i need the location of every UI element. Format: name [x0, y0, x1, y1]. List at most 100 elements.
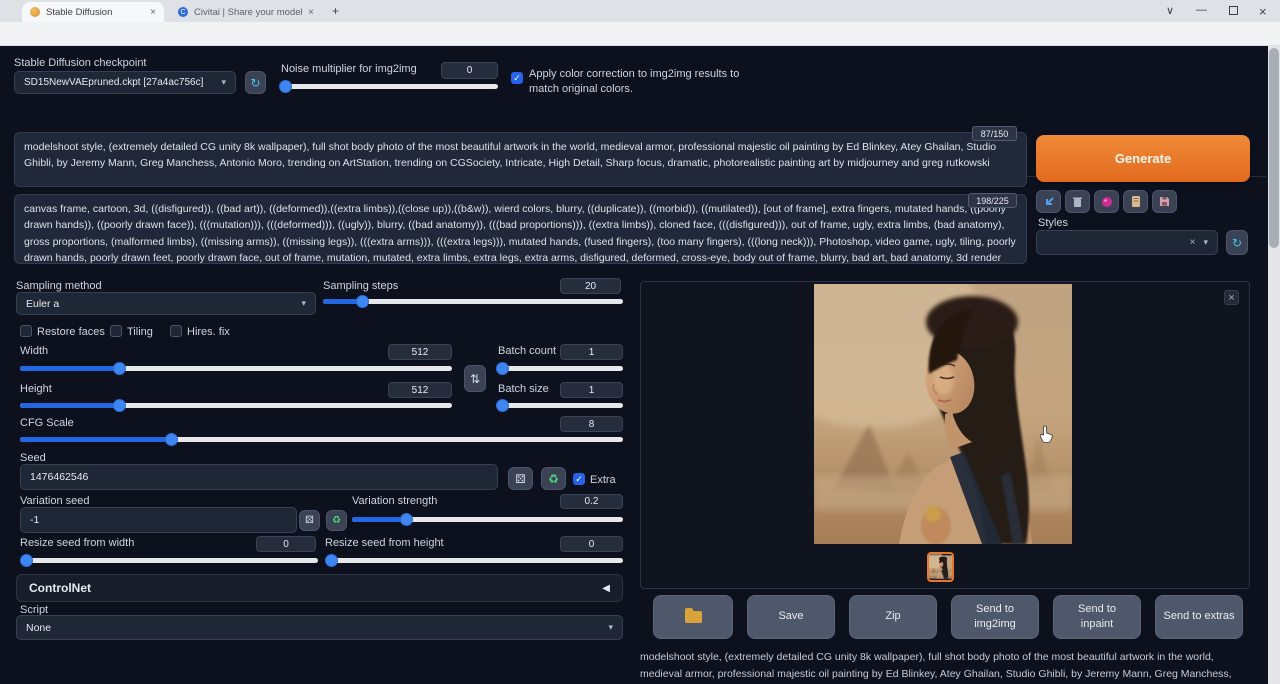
random-seed-button[interactable]: ⚄: [508, 467, 533, 490]
variation-seed-input[interactable]: -1: [20, 507, 297, 533]
window-close-icon[interactable]: ×: [1259, 4, 1267, 19]
dice-icon: ⚄: [515, 471, 526, 486]
color-correction-checkbox[interactable]: ✓: [511, 72, 523, 84]
close-gallery-icon[interactable]: ×: [1224, 290, 1239, 305]
generated-image[interactable]: [814, 284, 1072, 544]
chevron-down-icon: ▾: [301, 298, 306, 308]
scrollbar-thumb[interactable]: [1269, 48, 1279, 248]
cfg-scale-value[interactable]: 8: [560, 416, 623, 432]
prompt-token-counter: 87/150: [972, 126, 1017, 141]
browser-tab-civitai[interactable]: C Civitai | Share your models ×: [170, 2, 322, 22]
prompt-textarea[interactable]: modelshoot style, (extremely detailed CG…: [14, 132, 1027, 187]
sampling-method-label: Sampling method: [16, 280, 102, 292]
styles-dropdown[interactable]: × ▾: [1036, 230, 1218, 255]
controlnet-label: ControlNet: [29, 581, 91, 595]
resize-seed-width-label: Resize seed from width: [20, 537, 135, 549]
tab-close-icon[interactable]: ×: [308, 7, 314, 18]
hires-fix-checkbox[interactable]: [170, 325, 182, 337]
batch-size-value[interactable]: 1: [560, 382, 623, 398]
thumbnail-image: [929, 554, 952, 580]
swap-dimensions-button[interactable]: ⇅: [464, 365, 486, 392]
color-correction-label: Apply color correction to img2img result…: [529, 68, 740, 95]
checkpoint-value: SD15NewVAEpruned.ckpt [27a4ac756c]: [24, 77, 204, 88]
styles-clear-icon[interactable]: ×: [1190, 237, 1196, 248]
checkpoint-dropdown[interactable]: SD15NewVAEpruned.ckpt [27a4ac756c] ▾: [14, 71, 236, 94]
zip-button[interactable]: Zip: [849, 595, 937, 639]
variation-strength-value[interactable]: 0.2: [560, 494, 623, 509]
browser-tab-title: Civitai | Share your models: [194, 6, 303, 18]
resize-seed-height-slider[interactable]: [324, 554, 623, 567]
extra-seed-checkbox[interactable]: ✓: [573, 473, 585, 485]
height-value[interactable]: 512: [388, 382, 452, 398]
generate-button[interactable]: Generate: [1036, 135, 1250, 182]
variation-reuse-seed-button[interactable]: ♻: [326, 510, 347, 531]
batch-size-label: Batch size: [498, 383, 549, 395]
sampling-steps-value[interactable]: 20: [560, 278, 621, 294]
variation-strength-slider[interactable]: [352, 513, 623, 526]
hires-fix-label: Hires. fix: [187, 326, 230, 338]
save-button[interactable]: Save: [747, 595, 835, 639]
resize-seed-width-slider[interactable]: [19, 554, 318, 567]
noise-multiplier-value[interactable]: 0: [441, 62, 498, 79]
negative-prompt-textarea[interactable]: canvas frame, cartoon, 3d, ((disfigured)…: [14, 194, 1027, 264]
send-to-extras-button[interactable]: Send to extras: [1155, 595, 1243, 639]
clear-prompt-button[interactable]: [1065, 190, 1090, 213]
noise-multiplier-slider[interactable]: [279, 80, 498, 93]
clipboard-icon: [1131, 196, 1140, 207]
extra-networks-button[interactable]: [1094, 190, 1119, 213]
chevron-down-icon: ▾: [221, 77, 226, 87]
cfg-scale-label: CFG Scale: [20, 417, 74, 429]
styles-label: Styles: [1038, 217, 1068, 229]
width-label: Width: [20, 345, 49, 357]
refresh-icon: ↻: [250, 75, 261, 90]
window-maximize-icon[interactable]: [1229, 6, 1238, 15]
script-value: None: [26, 621, 52, 634]
checkpoint-refresh-button[interactable]: ↻: [245, 71, 266, 94]
gallery-thumbnail[interactable]: [927, 552, 954, 582]
width-value[interactable]: 512: [388, 344, 452, 360]
controlnet-accordion[interactable]: ControlNet ◀: [16, 574, 623, 602]
send-to-inpaint-button[interactable]: Send to inpaint: [1053, 595, 1141, 639]
sampling-steps-label: Sampling steps: [323, 280, 399, 292]
sampling-method-dropdown[interactable]: Euler a ▾: [16, 292, 316, 315]
chevron-down-icon: ▾: [1203, 237, 1208, 247]
height-slider[interactable]: [20, 399, 452, 412]
browser-tab-strip: Stable Diffusion × C Civitai | Share you…: [0, 0, 1280, 22]
tab-close-icon[interactable]: ×: [150, 7, 156, 18]
window-minimize-icon[interactable]: —: [1196, 4, 1207, 16]
open-folder-button[interactable]: [653, 595, 733, 639]
recycle-icon: ♻: [548, 471, 559, 486]
tiling-checkbox[interactable]: [110, 325, 122, 337]
send-to-img2img-button[interactable]: Send to img2img: [951, 595, 1039, 639]
read-parameters-button[interactable]: [1036, 190, 1061, 213]
browser-tab-stable-diffusion[interactable]: Stable Diffusion ×: [22, 2, 164, 22]
swap-icon: ⇅: [469, 371, 481, 386]
apply-styles-button[interactable]: [1123, 190, 1148, 213]
resize-seed-height-value[interactable]: 0: [560, 536, 623, 552]
batch-count-value[interactable]: 1: [560, 344, 623, 360]
save-style-button[interactable]: [1152, 190, 1177, 213]
cfg-scale-slider[interactable]: [20, 433, 623, 446]
seed-input[interactable]: 1476462546: [20, 464, 498, 490]
variation-random-seed-button[interactable]: ⚄: [299, 510, 320, 531]
dice-icon: ⚄: [305, 515, 314, 526]
batch-count-slider[interactable]: [495, 362, 623, 375]
generation-info-text: modelshoot style, (extremely detailed CG…: [640, 651, 1232, 680]
new-tab-button[interactable]: +: [332, 4, 339, 18]
sampling-steps-slider[interactable]: [323, 295, 623, 308]
resize-seed-width-value[interactable]: 0: [256, 536, 316, 552]
trash-icon: [1073, 197, 1082, 207]
checkpoint-label: Stable Diffusion checkpoint: [14, 57, 147, 69]
batch-size-slider[interactable]: [495, 399, 623, 412]
civitai-favicon: C: [178, 7, 188, 17]
width-slider[interactable]: [20, 362, 452, 375]
browser-menu-chevron-icon[interactable]: ∨: [1166, 4, 1174, 17]
restore-faces-checkbox[interactable]: [20, 325, 32, 337]
stable-diffusion-favicon: [30, 7, 40, 17]
extra-seed-label: Extra: [590, 474, 616, 486]
height-label: Height: [20, 383, 52, 395]
floppy-icon: [1160, 197, 1169, 206]
styles-refresh-button[interactable]: ↻: [1226, 230, 1248, 255]
script-dropdown[interactable]: None ▾: [16, 615, 623, 640]
reuse-seed-button[interactable]: ♻: [541, 467, 566, 490]
